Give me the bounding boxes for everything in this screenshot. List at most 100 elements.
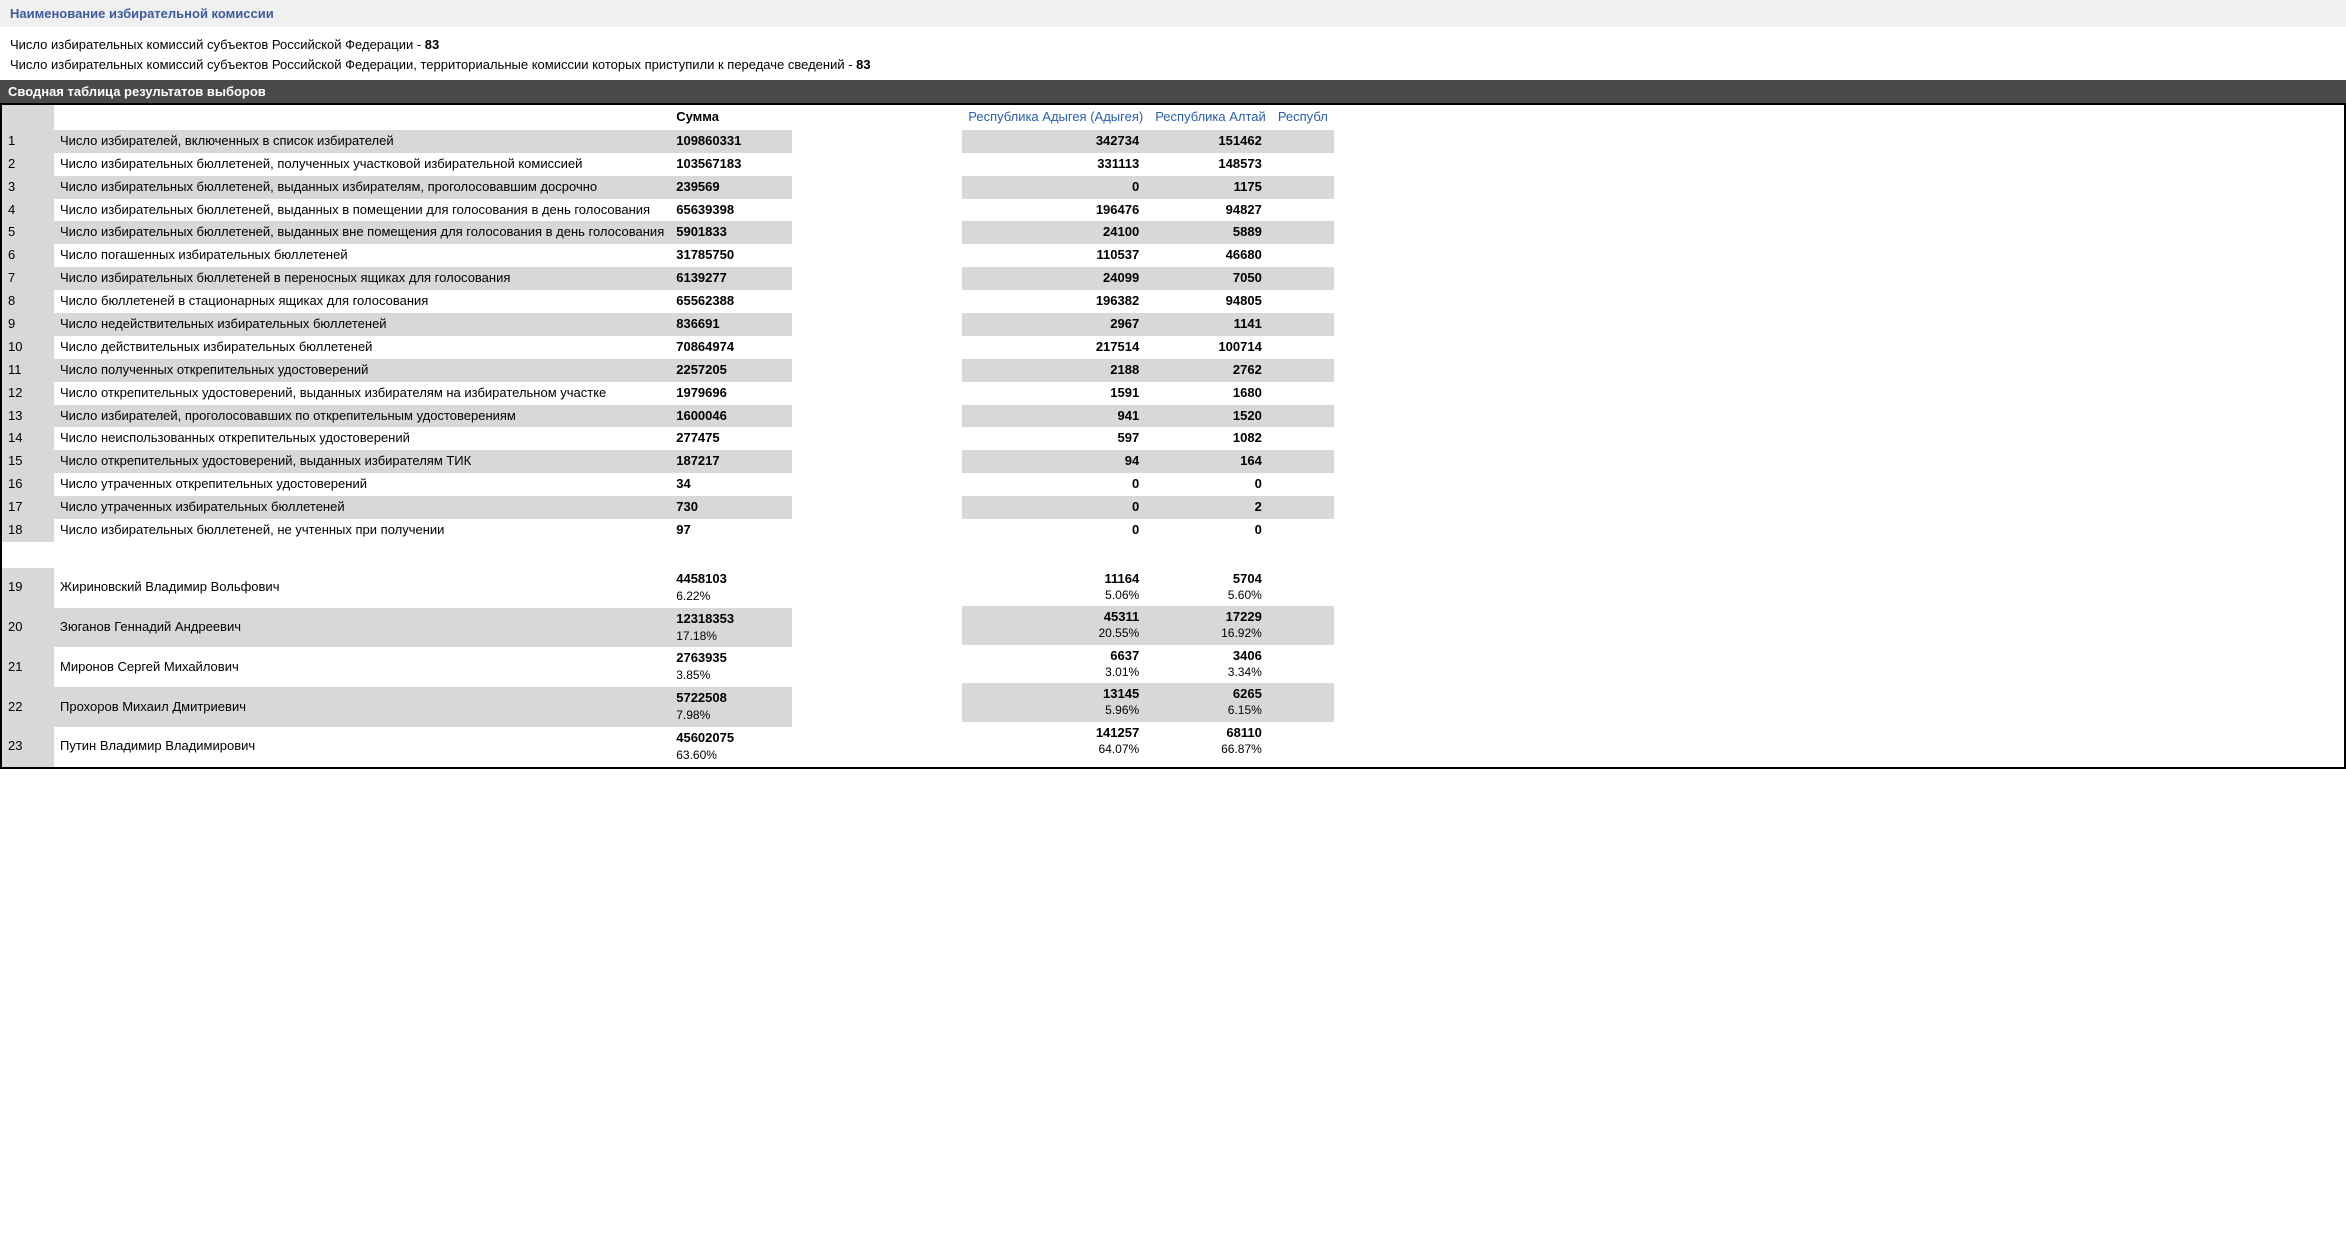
table-row: 9411520 xyxy=(962,405,1334,428)
table-row: 12Число открепительных удостоверений, вы… xyxy=(2,382,792,405)
row-sum: 5901833 xyxy=(670,221,792,244)
table-row: 13Число избирателей, проголосовавших по … xyxy=(2,405,792,428)
table-row: 342734151462 xyxy=(962,130,1334,153)
candidate-row: 20Зюганов Геннадий Андреевич1231835317.1… xyxy=(2,608,792,648)
region-header[interactable]: Республика Алтай xyxy=(1149,105,1272,130)
row-sum: 109860331 xyxy=(670,130,792,153)
region-value: 2188 xyxy=(962,359,1149,382)
candidate-region-value: 4531120.55% xyxy=(962,606,1149,644)
table-row: 29671141 xyxy=(962,313,1334,336)
candidate-region-value xyxy=(1272,568,1334,606)
row-label: Число бюллетеней в стационарных ящиках д… xyxy=(54,290,670,313)
region-value: 2967 xyxy=(962,313,1149,336)
region-value: 94 xyxy=(962,450,1149,473)
row-label: Число открепительных удостоверений, выда… xyxy=(54,382,670,405)
candidate-name: Миронов Сергей Михайлович xyxy=(54,647,670,687)
row-sum: 97 xyxy=(670,519,792,542)
table-row: 17Число утраченных избирательных бюллете… xyxy=(2,496,792,519)
row-number: 23 xyxy=(2,727,54,767)
table-row: 240997050 xyxy=(962,267,1334,290)
table-row: 8Число бюллетеней в стационарных ящиках … xyxy=(2,290,792,313)
row-number: 13 xyxy=(2,405,54,428)
row-sum: 187217 xyxy=(670,450,792,473)
row-number: 2 xyxy=(2,153,54,176)
region-value: 164 xyxy=(1149,450,1272,473)
region-value xyxy=(1272,496,1334,519)
row-number: 21 xyxy=(2,647,54,687)
row-number: 20 xyxy=(2,608,54,648)
row-label: Число избирательных бюллетеней, выданных… xyxy=(54,199,670,222)
candidate-row: 22Прохоров Михаил Дмитриевич57225087.98% xyxy=(2,687,792,727)
candidate-name: Путин Владимир Владимирович xyxy=(54,727,670,767)
right-table: Республика Адыгея (Адыгея) Республика Алт… xyxy=(962,105,1334,760)
table-row: 7Число избирательных бюллетеней в перено… xyxy=(2,267,792,290)
table-row: 11053746680 xyxy=(962,244,1334,267)
region-value: 1591 xyxy=(962,382,1149,405)
candidate-row: 111645.06%57045.60% xyxy=(962,568,1334,606)
candidate-region-value: 1722916.92% xyxy=(1149,606,1272,644)
region-value: 1680 xyxy=(1149,382,1272,405)
row-sum: 1979696 xyxy=(670,382,792,405)
region-value xyxy=(1272,427,1334,450)
region-value xyxy=(1272,290,1334,313)
region-value: 100714 xyxy=(1149,336,1272,359)
table-row: 9Число недействительных избирательных бю… xyxy=(2,313,792,336)
region-value: 0 xyxy=(1149,473,1272,496)
table-row: 3Число избирательных бюллетеней, выданны… xyxy=(2,176,792,199)
table-row: 21882762 xyxy=(962,359,1334,382)
row-sum: 34 xyxy=(670,473,792,496)
region-value xyxy=(1272,519,1334,542)
region-value: 0 xyxy=(1149,519,1272,542)
candidate-region-value xyxy=(1272,722,1334,760)
table-row: 331113148573 xyxy=(962,153,1334,176)
col-desc-head xyxy=(54,105,670,130)
table-row: 02 xyxy=(962,496,1334,519)
candidate-row: 14125764.07%6811066.87% xyxy=(962,722,1334,760)
candidate-row: 21Миронов Сергей Михайлович27639353.85% xyxy=(2,647,792,687)
region-value: 0 xyxy=(962,176,1149,199)
results-table-wrap: Сумма1Число избирателей, включенных в сп… xyxy=(0,103,2346,769)
row-label: Число утраченных открепительных удостове… xyxy=(54,473,670,496)
region-value xyxy=(1272,336,1334,359)
row-sum: 2257205 xyxy=(670,359,792,382)
row-sum: 836691 xyxy=(670,313,792,336)
info-lines: Число избирательных комиссий субъектов Р… xyxy=(0,29,2346,80)
row-label: Число избирательных бюллетеней, выданных… xyxy=(54,176,670,199)
region-header[interactable]: Республика Адыгея (Адыгея) xyxy=(962,105,1149,130)
table-row: 6Число погашенных избирательных бюллетен… xyxy=(2,244,792,267)
candidate-row: 23Путин Владимир Владимирович4560207563.… xyxy=(2,727,792,767)
row-number: 9 xyxy=(2,313,54,336)
region-value: 24099 xyxy=(962,267,1149,290)
region-value: 597 xyxy=(962,427,1149,450)
candidate-sum: 1231835317.18% xyxy=(670,608,792,648)
row-sum: 277475 xyxy=(670,427,792,450)
candidate-region-value xyxy=(1272,683,1334,721)
row-label: Число открепительных удостоверений, выда… xyxy=(54,450,670,473)
row-number: 19 xyxy=(2,568,54,608)
table-row: 01175 xyxy=(962,176,1334,199)
table-row: 5971082 xyxy=(962,427,1334,450)
table-row: 11Число полученных открепительных удосто… xyxy=(2,359,792,382)
region-value: 7050 xyxy=(1149,267,1272,290)
candidate-region-value: 62656.15% xyxy=(1149,683,1272,721)
table-row: 19647694827 xyxy=(962,199,1334,222)
region-link[interactable]: Республика Алтай xyxy=(1155,109,1266,124)
info1-value: 83 xyxy=(425,37,439,52)
region-value xyxy=(1272,176,1334,199)
row-number: 5 xyxy=(2,221,54,244)
table-row: 1Число избирателей, включенных в список … xyxy=(2,130,792,153)
row-label: Число утраченных избирательных бюллетене… xyxy=(54,496,670,519)
row-label: Число избирателей, включенных в список и… xyxy=(54,130,670,153)
region-link[interactable]: Республика Адыгея (Адыгея) xyxy=(968,109,1143,124)
region-value: 148573 xyxy=(1149,153,1272,176)
region-header[interactable]: Республ xyxy=(1272,105,1334,130)
row-number: 11 xyxy=(2,359,54,382)
region-value: 94805 xyxy=(1149,290,1272,313)
table-row: 15911680 xyxy=(962,382,1334,405)
region-link[interactable]: Республ xyxy=(1278,109,1328,124)
info2-value: 83 xyxy=(856,57,870,72)
row-sum: 730 xyxy=(670,496,792,519)
region-value: 941 xyxy=(962,405,1149,428)
row-sum: 70864974 xyxy=(670,336,792,359)
table-row: 19638294805 xyxy=(962,290,1334,313)
